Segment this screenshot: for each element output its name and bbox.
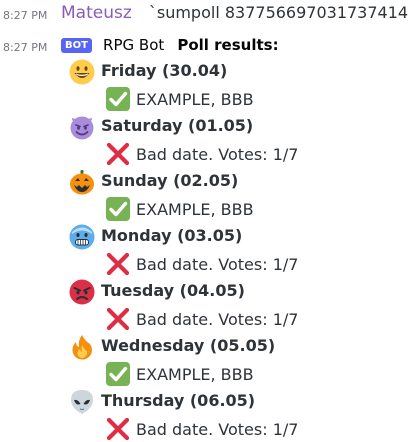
cold-face-icon bbox=[69, 224, 95, 250]
username[interactable]: Mateusz bbox=[61, 3, 132, 23]
message-timestamp[interactable]: 8:27 PM bbox=[3, 41, 47, 54]
poll-result-text: Bad date. Votes: 1/7 bbox=[136, 255, 299, 274]
message-content: `sumpoll 837756697031737414 bbox=[148, 3, 409, 22]
check-mark-icon bbox=[106, 362, 130, 386]
poll-result-text: Bad date. Votes: 1/7 bbox=[136, 310, 299, 329]
cross-mark-icon bbox=[106, 417, 130, 441]
poll-day-label: Thursday (06.05) bbox=[101, 391, 256, 410]
poll-result-text: EXAMPLE, BBB bbox=[136, 200, 254, 219]
bot-username[interactable]: RPG Bot bbox=[103, 36, 164, 54]
check-mark-icon bbox=[106, 197, 130, 221]
poll-day-label: Wednesday (05.05) bbox=[101, 336, 276, 355]
poll-result-text: EXAMPLE, BBB bbox=[136, 90, 254, 109]
poll-day-label: Saturday (01.05) bbox=[101, 116, 254, 135]
jack-o-lantern-icon bbox=[70, 170, 94, 195]
cross-mark-icon bbox=[106, 142, 130, 166]
message-bot-header: 8:27 PM BOT RPG Bot Poll results: bbox=[0, 30, 418, 58]
bot-badge: BOT bbox=[61, 38, 92, 53]
poll-result-text: Bad date. Votes: 1/7 bbox=[136, 420, 299, 439]
alien-icon bbox=[71, 390, 93, 414]
poll-day-label: Tuesday (04.05) bbox=[101, 281, 245, 300]
message-timestamp[interactable]: 8:27 PM bbox=[3, 9, 47, 22]
poll-day-label: Friday (30.04) bbox=[101, 61, 228, 80]
cross-mark-icon bbox=[106, 307, 130, 331]
fire-icon bbox=[72, 335, 92, 360]
grinning-face-icon bbox=[69, 59, 95, 85]
poll-result-text: EXAMPLE, BBB bbox=[136, 365, 254, 384]
poll-day-label: Sunday (02.05) bbox=[101, 171, 239, 190]
cross-mark-icon bbox=[106, 252, 130, 276]
check-mark-icon bbox=[106, 87, 130, 111]
message-user-command: 8:27 PM Mateusz `sumpoll 837756697031737… bbox=[0, 0, 418, 30]
smiling-imp-icon bbox=[70, 116, 94, 140]
poll-result-text: Bad date. Votes: 1/7 bbox=[136, 145, 299, 164]
poll-title: Poll results: bbox=[177, 36, 279, 54]
angry-face-icon bbox=[69, 279, 95, 305]
poll-day-label: Monday (03.05) bbox=[101, 226, 243, 245]
